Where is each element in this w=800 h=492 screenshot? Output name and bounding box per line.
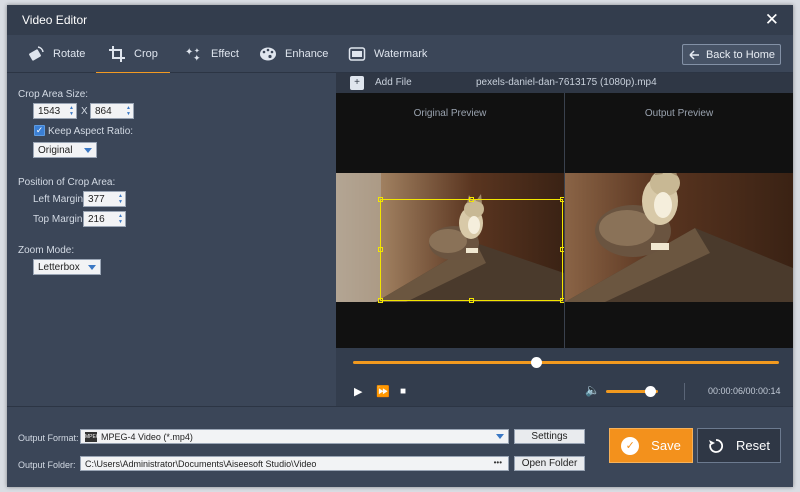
back-to-home-button[interactable]: Back to Home (682, 44, 781, 65)
back-arrow-icon (689, 49, 699, 60)
keep-aspect-checkbox[interactable]: ✓ (34, 125, 45, 136)
output-folder-label: Output Folder: (18, 460, 76, 470)
crop-handle-bottom-left[interactable] (378, 298, 383, 303)
reset-icon (709, 438, 724, 453)
save-button[interactable]: ✓ Save (609, 428, 693, 463)
output-preview: Output Preview (565, 93, 793, 348)
output-preview-label: Output Preview (644, 108, 714, 119)
crop-width-input[interactable]: 1543 ▲ ▼ (33, 103, 77, 119)
stepper-icon[interactable]: ▲ ▼ (126, 105, 131, 117)
output-video-frame (565, 173, 793, 302)
add-file-icon[interactable]: + (350, 76, 364, 90)
tab-enhance-label: Enhance (285, 48, 329, 60)
crop-handle-bottom[interactable] (469, 298, 474, 303)
controls-separator (684, 383, 685, 400)
svg-text:✦: ✦ (194, 47, 200, 55)
checkmark-icon: ✓ (621, 436, 640, 455)
output-folder-value: C:\Users\Administrator\Documents\Aiseeso… (85, 458, 317, 469)
settings-button[interactable]: Settings (514, 429, 585, 444)
tab-rotate-label: Rotate (53, 48, 86, 60)
mpeg-format-icon: MPEG (85, 431, 100, 442)
crop-settings-panel: Crop Area Size: 1543 ▲ ▼ X 864 ▲ ▼ ✓ Keep … (7, 73, 336, 406)
top-margin-input[interactable]: 216 ▲ ▼ (83, 211, 126, 227)
enhance-icon (260, 47, 276, 61)
output-format-select[interactable]: MPEG MPEG-4 Video (*.mp4) (80, 429, 509, 444)
reset-label: Reset (736, 438, 770, 453)
left-margin-value: 377 (88, 193, 105, 205)
rotate-icon (29, 46, 44, 61)
video-editor-window: Video Editor ✕ Rotate Crop ✦ ✦ ✦ Effect En… (7, 5, 793, 487)
volume-handle[interactable] (644, 386, 656, 397)
open-folder-button[interactable]: Open Folder (514, 456, 585, 471)
seek-slider[interactable] (353, 357, 779, 368)
player-controls: ▶ ⏩ ■ 🔈 00:00:06/00:00:14 (336, 348, 793, 406)
fast-forward-icon[interactable]: ⏩ (376, 385, 390, 398)
zoom-mode-label: Zoom Mode: (18, 245, 75, 256)
stepper-icon[interactable]: ▲ ▼ (69, 105, 74, 117)
watermark-icon (348, 47, 366, 61)
play-icon[interactable]: ▶ (354, 385, 362, 398)
playback-time: 00:00:06/00:00:14 (708, 386, 781, 396)
output-format-label: Output Format: (18, 433, 79, 443)
cat-photo-output-image (565, 173, 793, 302)
seek-handle[interactable] (530, 357, 542, 368)
original-preview: Original Preview (336, 93, 564, 348)
left-margin-label: Left Margin: (33, 194, 86, 205)
chevron-down-icon (84, 148, 92, 153)
title-bar: Video Editor ✕ (7, 5, 793, 35)
top-margin-value: 216 (88, 213, 105, 225)
tab-effect[interactable]: ✦ ✦ ✦ Effect (177, 35, 247, 73)
output-bar: Output Format: MPEG MPEG-4 Video (*.mp4)… (7, 406, 793, 487)
output-folder-input[interactable]: C:\Users\Administrator\Documents\Aiseeso… (80, 456, 509, 471)
close-icon[interactable]: ✕ (765, 10, 779, 30)
window-title: Video Editor (22, 13, 88, 27)
zoom-mode-value: Letterbox (38, 261, 80, 273)
crop-area-size-label: Crop Area Size: (18, 89, 89, 100)
stepper-icon[interactable]: ▲ ▼ (118, 213, 123, 225)
crop-height-input[interactable]: 864 ▲ ▼ (90, 103, 134, 119)
file-bar: + Add File pexels-daniel-dan-7613175 (10… (336, 73, 793, 93)
position-label: Position of Crop Area: (18, 177, 116, 188)
tab-watermark[interactable]: Watermark (340, 35, 435, 73)
crop-icon (109, 46, 125, 62)
crop-width-value: 1543 (38, 105, 61, 117)
effect-icon: ✦ ✦✦ (185, 47, 201, 63)
output-format-value: MPEG-4 Video (*.mp4) (101, 431, 193, 442)
top-margin-label: Top Margin: (33, 214, 86, 225)
zoom-mode-select[interactable]: Letterbox (33, 259, 101, 275)
tab-rotate[interactable]: Rotate (19, 35, 93, 73)
aspect-ratio-select[interactable]: Original (33, 142, 97, 158)
save-label: Save (651, 438, 681, 453)
aspect-ratio-value: Original (38, 144, 73, 156)
file-name: pexels-daniel-dan-7613175 (1080p).mp4 (476, 77, 657, 88)
preview-panel: + Add File pexels-daniel-dan-7613175 (10… (336, 73, 793, 406)
crop-handle-left[interactable] (378, 247, 383, 252)
size-separator: X (81, 106, 88, 117)
tab-watermark-label: Watermark (374, 48, 428, 60)
volume-icon[interactable]: 🔈 (585, 383, 600, 397)
crop-frame[interactable] (378, 197, 564, 303)
reset-button[interactable]: Reset (697, 428, 781, 463)
crop-height-value: 864 (95, 105, 112, 117)
crop-handle-top[interactable] (469, 197, 474, 202)
tab-crop[interactable]: Crop (96, 35, 170, 74)
chevron-down-icon (496, 434, 504, 439)
back-to-home-label: Back to Home (705, 48, 776, 61)
chevron-down-icon (88, 265, 96, 270)
original-preview-label: Original Preview (413, 108, 487, 119)
stepper-icon[interactable]: ▲ ▼ (118, 193, 123, 205)
keep-aspect-label: Keep Aspect Ratio: (48, 126, 134, 137)
add-file-button[interactable]: Add File (375, 77, 412, 88)
tab-effect-label: Effect (211, 48, 239, 60)
left-margin-input[interactable]: 377 ▲ ▼ (83, 191, 126, 207)
browse-dots-icon[interactable]: ••• (494, 458, 502, 467)
tab-crop-label: Crop (134, 48, 158, 60)
tab-toolbar: Rotate Crop ✦ ✦ ✦ Effect Enhance Watermark… (7, 35, 793, 74)
volume-slider[interactable] (606, 386, 658, 397)
crop-handle-top-left[interactable] (378, 197, 383, 202)
stop-icon[interactable]: ■ (400, 386, 406, 397)
tab-enhance[interactable]: Enhance (251, 35, 336, 73)
